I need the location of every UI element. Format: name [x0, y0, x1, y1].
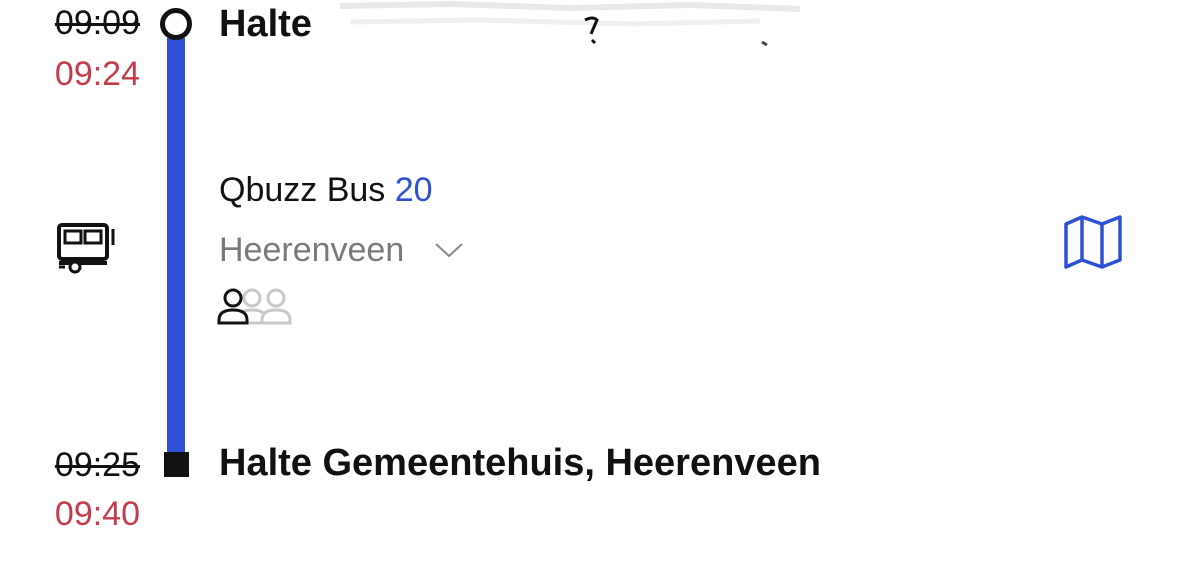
redaction-scribble [339, 0, 801, 47]
chevron-down-icon[interactable] [434, 240, 464, 260]
line-number: 20 [394, 171, 433, 209]
map-icon[interactable] [1062, 214, 1124, 270]
departure-scheduled-time: 09:09 [54, 4, 140, 42]
occupancy-indicator [217, 288, 292, 325]
departure-actual-time: 09:24 [54, 55, 140, 93]
person-icon [260, 288, 292, 325]
departure-stop-marker [160, 8, 192, 40]
arrival-scheduled-time: 09:25 [54, 446, 140, 484]
arrival-stop-marker [164, 452, 189, 477]
arrival-stop-name[interactable]: Halte Gemeentehuis, Heerenveen [219, 443, 821, 483]
service-operator-mode: Qbuzz Bus [219, 171, 386, 209]
bus-icon [57, 223, 115, 274]
direction-label: Heerenveen [219, 231, 405, 269]
arrival-actual-time: 09:40 [54, 495, 140, 533]
route-line [167, 38, 185, 458]
departure-stop-name[interactable]: Halte [219, 4, 312, 44]
service-line: Qbuzz Bus 20 [219, 171, 433, 209]
person-icon [217, 288, 249, 325]
direction-toggle[interactable]: Heerenveen [219, 231, 464, 269]
